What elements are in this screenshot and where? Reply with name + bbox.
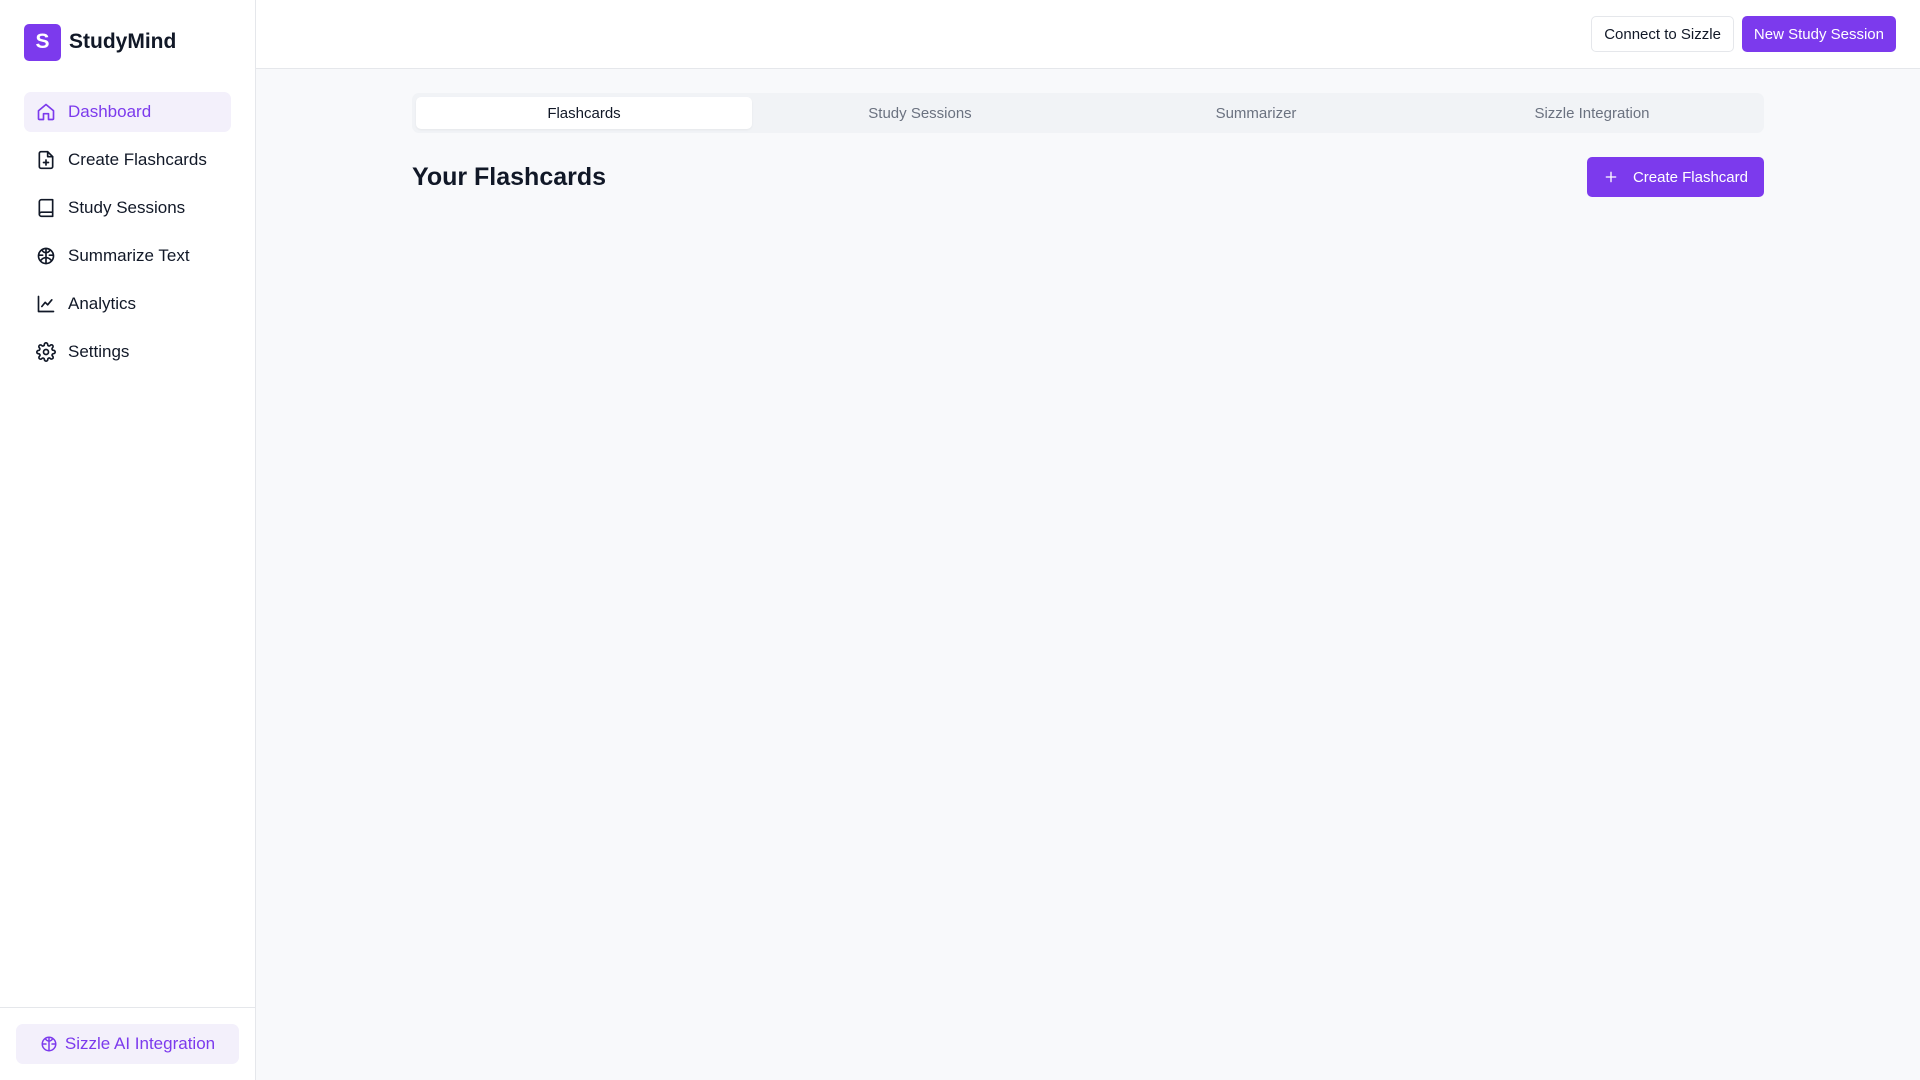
sizzle-ai-integration-button[interactable]: Sizzle AI Integration <box>16 1024 239 1064</box>
content: Flashcards Study Sessions Summarizer Siz… <box>256 69 1920 197</box>
create-flashcard-label: Create Flashcard <box>1632 168 1748 186</box>
brand-name: StudyMind <box>69 30 177 53</box>
sidebar-nav: Dashboard Create Flashcards Study Sessio… <box>0 84 255 372</box>
section-header: Your Flashcards Create Flashcard <box>412 157 1764 197</box>
sidebar-item-create-flashcards[interactable]: Create Flashcards <box>24 140 231 180</box>
sidebar-item-summarize-text[interactable]: Summarize Text <box>24 236 231 276</box>
line-chart-icon <box>36 294 56 314</box>
tab-list: Flashcards Study Sessions Summarizer Siz… <box>412 93 1764 133</box>
book-icon <box>36 198 56 218</box>
topbar: Connect to Sizzle New Study Session <box>256 0 1920 69</box>
sidebar-item-label: Dashboard <box>68 102 152 121</box>
sidebar-item-study-sessions[interactable]: Study Sessions <box>24 188 231 228</box>
sizzle-ai-integration-label: Sizzle AI Integration <box>64 1034 216 1053</box>
file-plus-icon <box>36 150 56 170</box>
plus-icon <box>1603 169 1619 185</box>
sidebar-item-label: Summarize Text <box>68 246 190 265</box>
brain-icon <box>36 246 56 266</box>
sidebar-footer: Sizzle AI Integration <box>0 1007 255 1080</box>
home-icon <box>36 102 56 122</box>
tab-summarizer[interactable]: Summarizer <box>1088 97 1424 129</box>
sidebar: S StudyMind Dashboard Create Flashcards <box>0 0 256 1080</box>
sidebar-item-label: Study Sessions <box>68 198 186 217</box>
main-area: Connect to Sizzle New Study Session Flas… <box>256 0 1920 1080</box>
brain-icon <box>40 1035 58 1053</box>
brand: S StudyMind <box>0 0 255 84</box>
tab-study-sessions[interactable]: Study Sessions <box>752 97 1088 129</box>
sidebar-item-label: Create Flashcards <box>68 150 207 169</box>
sidebar-item-label: Analytics <box>68 294 137 313</box>
tab-flashcards[interactable]: Flashcards <box>416 97 752 129</box>
sidebar-item-settings[interactable]: Settings <box>24 332 231 372</box>
brand-logo: S <box>24 23 61 61</box>
sidebar-item-label: Settings <box>68 342 130 361</box>
app-root: S StudyMind Dashboard Create Flashcards <box>0 0 1920 1080</box>
gear-icon <box>36 342 56 362</box>
page-title: Your Flashcards <box>412 162 607 191</box>
tab-sizzle-integration[interactable]: Sizzle Integration <box>1424 97 1760 129</box>
sidebar-item-dashboard[interactable]: Dashboard <box>24 92 231 132</box>
sidebar-item-analytics[interactable]: Analytics <box>24 284 231 324</box>
connect-to-sizzle-button[interactable]: Connect to Sizzle <box>1591 16 1734 52</box>
create-flashcard-button[interactable]: Create Flashcard <box>1586 157 1764 197</box>
new-study-session-button[interactable]: New Study Session <box>1741 16 1896 52</box>
